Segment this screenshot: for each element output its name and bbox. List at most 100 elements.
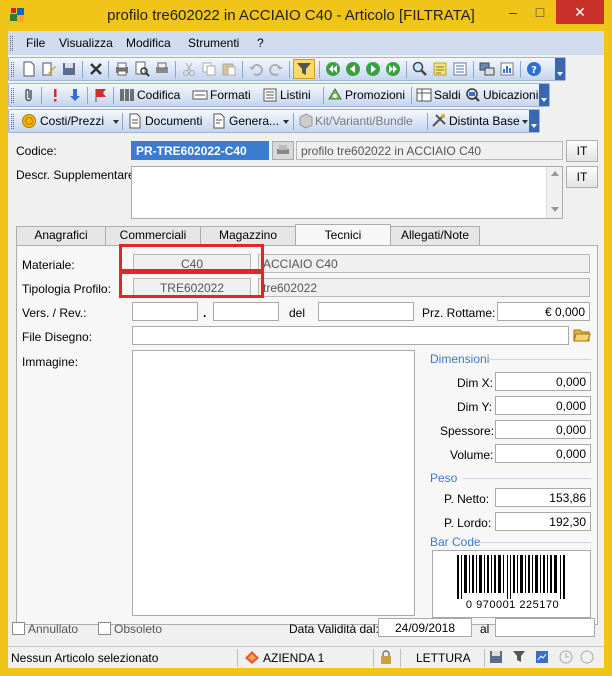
promozioni-button[interactable]: Promozioni <box>345 88 405 102</box>
codice-field[interactable]: PR-TRE602022-C40 <box>131 141 269 160</box>
last-record-icon[interactable] <box>385 61 401 77</box>
annullato-checkbox[interactable] <box>12 622 25 635</box>
saldi-button[interactable]: Saldi <box>434 88 461 102</box>
save-icon[interactable] <box>61 61 77 77</box>
descr-supplementare-field[interactable] <box>131 166 563 219</box>
new-document-icon[interactable] <box>21 61 37 77</box>
versione-field[interactable] <box>132 302 198 321</box>
language-button-2[interactable]: IT <box>566 166 598 188</box>
generate-icon[interactable] <box>211 113 227 129</box>
genera-button[interactable]: Genera... <box>229 114 279 128</box>
descrizione-field[interactable]: profilo tre602022 in ACCIAIO C40 <box>296 141 563 160</box>
del-date-field[interactable] <box>318 302 414 321</box>
print-preview-icon[interactable] <box>134 61 150 77</box>
immagine-box[interactable] <box>132 350 415 616</box>
documents-icon[interactable] <box>127 113 143 129</box>
scroll-down-icon[interactable] <box>551 207 559 212</box>
codice-lookup-button[interactable] <box>272 141 294 160</box>
list-icon[interactable] <box>452 61 468 77</box>
toolbar-overflow-button[interactable] <box>539 84 549 106</box>
toolbar-overflow-button[interactable] <box>529 110 539 132</box>
distinta-base-button[interactable]: Distinta Base <box>449 114 520 128</box>
filter-icon[interactable] <box>296 61 312 77</box>
tab-magazzino[interactable]: Magazzino <box>200 226 296 245</box>
report-status-icon[interactable] <box>535 650 549 664</box>
documenti-button[interactable]: Documenti <box>145 114 202 128</box>
undo-icon[interactable] <box>248 61 264 77</box>
first-record-icon[interactable] <box>325 61 341 77</box>
costi-prezzi-button[interactable]: Costi/Prezzi <box>40 114 104 128</box>
title-bar[interactable]: profilo tre602022 in ACCIAIO C40 - Artic… <box>0 0 612 31</box>
al-date-field[interactable] <box>495 618 595 637</box>
maximize-button[interactable]: □ <box>527 0 553 24</box>
flag-icon[interactable] <box>93 87 109 103</box>
coins-icon[interactable] <box>21 113 37 129</box>
print-icon[interactable] <box>114 61 130 77</box>
menu-strumenti[interactable]: Strumenti <box>188 36 239 50</box>
tab-tecnici[interactable]: Tecnici <box>295 224 391 246</box>
menu-help[interactable]: ? <box>257 36 264 50</box>
print-setup-icon[interactable] <box>154 61 170 77</box>
search-icon[interactable] <box>412 61 428 77</box>
copy-icon[interactable] <box>201 61 217 77</box>
attachment-icon[interactable] <box>21 87 37 103</box>
scroll-up-icon[interactable] <box>551 171 559 176</box>
menu-modifica[interactable]: Modifica <box>126 36 171 50</box>
materiale-desc-field[interactable]: ACCIAIO C40 <box>258 254 590 273</box>
notes-icon[interactable] <box>432 61 448 77</box>
dim-x-field[interactable]: 0,000 <box>495 372 591 391</box>
toolbar-grip[interactable] <box>11 114 14 129</box>
minimize-button[interactable]: – <box>500 0 526 24</box>
paste-icon[interactable] <box>221 61 237 77</box>
menu-file[interactable]: File <box>26 36 45 50</box>
file-disegno-field[interactable] <box>132 326 569 345</box>
toolbar-overflow-button[interactable] <box>555 58 565 80</box>
chevron-down-icon[interactable] <box>283 120 289 124</box>
menu-visualizza[interactable]: Visualizza <box>59 36 113 50</box>
barcode-icon[interactable] <box>119 87 135 103</box>
balances-icon[interactable] <box>416 87 432 103</box>
listini-button[interactable]: Listini <box>280 88 311 102</box>
redo-icon[interactable] <box>268 61 284 77</box>
previous-record-icon[interactable] <box>345 61 361 77</box>
data-validita-field[interactable]: 24/09/2018 <box>378 618 472 637</box>
menu-grip[interactable] <box>10 36 13 51</box>
close-button[interactable]: ✕ <box>556 0 604 24</box>
descr-scrollbar[interactable] <box>546 167 562 218</box>
peso-lordo-field[interactable]: 192,30 <box>495 512 591 531</box>
save-status-icon[interactable] <box>489 650 503 664</box>
obsoleto-checkbox[interactable] <box>98 622 111 635</box>
folder-open-icon[interactable] <box>573 327 591 343</box>
promotions-icon[interactable] <box>327 87 343 103</box>
toolbar-grip[interactable] <box>11 88 14 103</box>
tab-commerciali[interactable]: Commerciali <box>105 226 201 245</box>
toolbar-grip[interactable] <box>11 62 14 77</box>
language-button[interactable]: IT <box>566 140 598 162</box>
tab-anagrafici[interactable]: Anagrafici <box>16 226 106 245</box>
locations-icon[interactable] <box>465 87 481 103</box>
next-record-icon[interactable] <box>365 61 381 77</box>
tools-icon[interactable] <box>431 113 447 129</box>
revisione-field[interactable] <box>213 302 279 321</box>
delete-icon[interactable] <box>88 61 104 77</box>
arrow-down-icon[interactable] <box>67 87 83 103</box>
codifica-button[interactable]: Codifica <box>137 88 180 102</box>
alert-icon[interactable] <box>47 87 63 103</box>
tipologia-desc-field[interactable]: tre602022 <box>258 278 590 297</box>
formats-icon[interactable] <box>192 87 208 103</box>
price-list-icon[interactable] <box>262 87 278 103</box>
formati-button[interactable]: Formati <box>210 88 251 102</box>
spessore-field[interactable]: 0,000 <box>495 420 591 439</box>
chevron-down-icon[interactable] <box>522 120 528 124</box>
peso-netto-field[interactable]: 153,86 <box>495 488 591 507</box>
ubicazioni-button[interactable]: Ubicazioni <box>483 88 538 102</box>
cut-icon[interactable] <box>181 61 197 77</box>
edit-document-icon[interactable] <box>41 61 57 77</box>
tab-allegati-note[interactable]: Allegati/Note <box>390 226 480 245</box>
window-layout-icon[interactable] <box>479 61 495 77</box>
volume-field[interactable]: 0,000 <box>495 444 591 463</box>
filter-status-icon[interactable] <box>512 650 526 664</box>
prz-rottame-field[interactable]: € 0,000 <box>497 302 590 321</box>
chevron-down-icon[interactable] <box>113 120 119 124</box>
dim-y-field[interactable]: 0,000 <box>495 396 591 415</box>
